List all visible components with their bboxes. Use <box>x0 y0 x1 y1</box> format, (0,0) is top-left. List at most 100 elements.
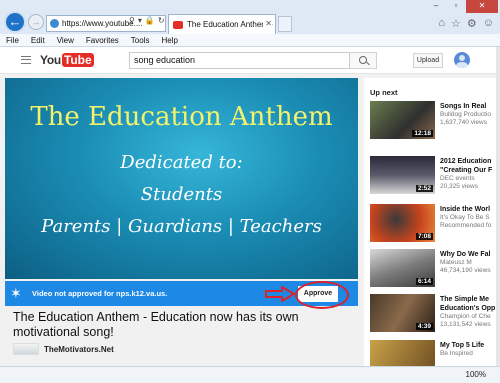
ie-toolbar-icons: ⌂ ☆ ⚙ ☺ <box>438 17 494 30</box>
upload-button[interactable]: Upload <box>413 53 443 68</box>
item-views: 1,637,740 views <box>440 119 487 126</box>
menu-file[interactable]: File <box>6 36 19 45</box>
zoom-level[interactable]: 100% <box>466 370 486 379</box>
item-title[interactable]: Why Do We Fal <box>440 250 496 259</box>
home-icon[interactable]: ⌂ <box>438 17 445 30</box>
youtube-favicon-icon <box>173 20 183 29</box>
list-item[interactable]: 2:52 2012 Education "Creating Our F DEC … <box>370 156 496 194</box>
duration-badge: 2:52 <box>415 185 433 192</box>
item-channel: Bulldog Productio <box>440 111 491 118</box>
minimize-button[interactable]: ‒ <box>426 0 446 13</box>
red-arrow-icon <box>265 286 296 302</box>
channel-name[interactable]: TheMotivators.Net <box>44 345 114 354</box>
item-meta: Songs In Real Bulldog Productio 1,637,74… <box>440 102 496 127</box>
guide-menu-icon[interactable] <box>21 56 31 64</box>
channel-thumbnail[interactable] <box>13 343 39 355</box>
search-icon[interactable]: ⚲ <box>129 16 135 25</box>
item-title[interactable]: Songs In Real <box>440 102 496 111</box>
item-title-line2: "Creating Our F <box>440 167 493 174</box>
menu-view[interactable]: View <box>57 36 74 45</box>
video-thumbnail[interactable] <box>370 340 435 366</box>
item-channel: DEC events <box>440 175 475 182</box>
back-button[interactable]: ← <box>4 11 26 33</box>
up-next-sidebar: Up next 12:18 Songs In Real Bulldog Prod… <box>364 78 496 366</box>
item-views: 20,325 views <box>440 183 478 190</box>
item-title[interactable]: Inside the Worl <box>440 205 496 214</box>
player-line-parents: Parents | Guardians | Teachers <box>41 216 322 237</box>
up-next-heading: Up next <box>370 88 398 97</box>
youtube-header: You Tube song education Upload <box>0 47 500 74</box>
video-thumbnail[interactable]: 7:08 <box>370 204 435 242</box>
menu-help[interactable]: Help <box>161 36 177 45</box>
site-icon <box>50 19 59 28</box>
approval-notice-text: Video not approved for nps.k12.va.us. <box>32 289 168 298</box>
status-bar: 100% <box>0 366 500 383</box>
window-controls: ‒ ▫ ✕ <box>426 0 498 13</box>
youtube-page: You Tube song education Upload The Educa… <box>0 47 500 366</box>
item-title[interactable]: 2012 Education <box>440 157 496 166</box>
menu-favorites[interactable]: Favorites <box>86 36 119 45</box>
menu-bar: File Edit View Favorites Tools Help <box>0 34 500 47</box>
settings-gear-icon[interactable]: ⚙ <box>467 17 477 30</box>
duration-badge: 4:39 <box>415 323 433 330</box>
list-item[interactable]: 6:14 Why Do We Fal Mateusz M 46,734,190 … <box>370 249 496 287</box>
item-views: 46,734,190 views <box>440 267 491 274</box>
dropdown-icon[interactable]: ▾ <box>138 16 142 25</box>
avatar[interactable] <box>454 52 470 68</box>
item-channel: Champion of Che <box>440 313 491 320</box>
item-channel: Mateusz M <box>440 259 472 266</box>
item-meta: The Simple Me Education's Opp Champion o… <box>440 295 496 329</box>
duration-badge: 7:08 <box>415 233 433 240</box>
item-views: 13,131,542 views <box>440 321 491 328</box>
player-title-text: The Education Anthem <box>30 102 333 132</box>
logo-you: You <box>40 53 61 67</box>
channel-info[interactable]: TheMotivators.Net <box>13 343 114 355</box>
tab-close-icon[interactable]: ✕ <box>263 19 272 28</box>
browser-toolbar: ← → https://www.youtube.... ⚲ ▾ 🔒 ↻ The … <box>0 0 500 34</box>
logo-tube: Tube <box>61 53 94 67</box>
item-meta: My Top 5 Life Be Inspired <box>440 341 496 358</box>
item-channel: Be Inspired <box>440 350 473 357</box>
item-meta: Why Do We Fal Mateusz M 46,734,190 views <box>440 250 496 275</box>
item-meta: 2012 Education "Creating Our F DEC event… <box>440 157 496 191</box>
maximize-button[interactable]: ▫ <box>446 0 466 13</box>
lock-icon[interactable]: 🔒 <box>145 16 155 25</box>
approval-banner: ✶ Video not approved for nps.k12.va.us. … <box>5 281 358 309</box>
search-button[interactable] <box>350 52 377 69</box>
window-close-button[interactable]: ✕ <box>466 0 498 13</box>
video-player[interactable]: The Education Anthem Dedicated to: Stude… <box>5 78 358 279</box>
highlight-circle <box>295 281 349 309</box>
item-title[interactable]: My Top 5 Life <box>440 341 496 350</box>
star-icon: ✶ <box>10 285 22 301</box>
video-title: The Education Anthem - Education now has… <box>13 310 299 339</box>
video-thumbnail[interactable]: 4:39 <box>370 294 435 332</box>
item-meta: Inside the Worl It's Okay To Be S Recomm… <box>440 205 496 230</box>
browser-tab[interactable]: The Education Anthem - E... ✕ <box>168 14 276 34</box>
youtube-logo[interactable]: You Tube <box>40 53 94 67</box>
menu-edit[interactable]: Edit <box>31 36 45 45</box>
favorites-star-icon[interactable]: ☆ <box>451 17 461 30</box>
menu-tools[interactable]: Tools <box>131 36 150 45</box>
search-input[interactable]: song education <box>129 52 350 69</box>
item-title-line2: Education's Opp <box>440 305 496 312</box>
item-views: Recommended fo <box>440 222 492 229</box>
address-tools: ⚲ ▾ 🔒 ↻ <box>129 16 165 25</box>
player-line-students: Students <box>140 184 223 205</box>
video-thumbnail[interactable]: 12:18 <box>370 101 435 139</box>
video-thumbnail[interactable]: 2:52 <box>370 156 435 194</box>
item-title[interactable]: The Simple Me <box>440 295 496 304</box>
smiley-icon[interactable]: ☺ <box>483 17 494 30</box>
list-item[interactable]: 7:08 Inside the Worl It's Okay To Be S R… <box>370 204 496 242</box>
list-item[interactable]: 12:18 Songs In Real Bulldog Productio 1,… <box>370 101 496 139</box>
player-line-dedicated: Dedicated to: <box>120 152 243 173</box>
duration-badge: 6:14 <box>415 278 433 285</box>
page-scrollbar[interactable] <box>496 47 500 366</box>
list-item[interactable]: 4:39 The Simple Me Education's Opp Champ… <box>370 294 496 332</box>
video-thumbnail[interactable]: 6:14 <box>370 249 435 287</box>
forward-button[interactable]: → <box>28 14 44 30</box>
list-item[interactable]: My Top 5 Life Be Inspired <box>370 340 496 366</box>
refresh-icon[interactable]: ↻ <box>158 16 165 25</box>
item-channel: It's Okay To Be S <box>440 214 490 221</box>
duration-badge: 12:18 <box>412 130 433 137</box>
new-tab-button[interactable] <box>278 16 292 32</box>
